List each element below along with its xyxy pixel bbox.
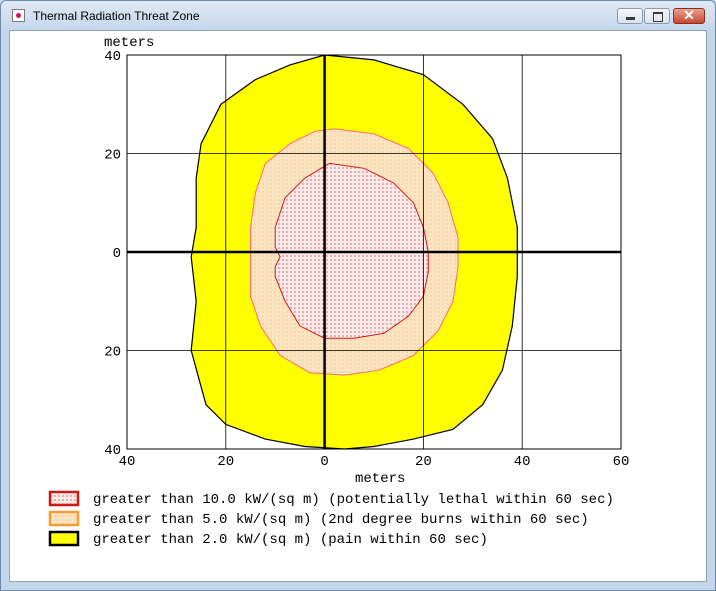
close-icon: ✕ bbox=[683, 7, 695, 23]
x-axis-label: meters bbox=[355, 471, 405, 487]
x-tick-labels: 40 20 0 20 40 60 bbox=[119, 454, 630, 470]
minimize-icon bbox=[626, 17, 635, 20]
minimize-button[interactable] bbox=[617, 8, 643, 24]
x-tick-label: 20 bbox=[415, 454, 432, 470]
x-tick-label: 40 bbox=[514, 454, 531, 470]
y-tick-label: 20 bbox=[104, 148, 121, 164]
legend-label: greater than 5.0 kW/(sq m) (2nd degree b… bbox=[93, 512, 589, 528]
threat-zone-chart: meters 402002040 40 20 0 20 40 60 meters grea… bbox=[48, 35, 630, 548]
x-tick-label: 20 bbox=[217, 454, 234, 470]
x-tick-label: 40 bbox=[119, 454, 136, 470]
maximize-button[interactable] bbox=[644, 8, 670, 24]
legend-swatch bbox=[48, 510, 80, 527]
legend-swatch bbox=[48, 530, 80, 547]
y-tick-labels: 402002040 bbox=[104, 49, 121, 459]
legend-label: greater than 2.0 kW/(sq m) (pain within … bbox=[93, 532, 488, 548]
x-tick-label: 0 bbox=[320, 454, 328, 470]
legend-label: greater than 10.0 kW/(sq m) (potentially… bbox=[93, 492, 614, 508]
window: Thermal Radiation Threat Zone ✕ meters 4… bbox=[0, 0, 716, 591]
plot-area: meters 40 20 0 20 40 40 20 0 20 40 60 meters grea… bbox=[9, 30, 707, 582]
app-icon[interactable] bbox=[12, 9, 25, 22]
maximize-icon bbox=[653, 12, 663, 22]
x-tick-label: 60 bbox=[613, 454, 630, 470]
title-bar[interactable]: Thermal Radiation Threat Zone ✕ bbox=[1, 1, 715, 29]
close-button[interactable]: ✕ bbox=[673, 7, 705, 24]
legend: greater than 10.0 kW/(sq m) (potentially… bbox=[48, 490, 614, 548]
y-tick-label: 0 bbox=[113, 246, 121, 262]
window-title: Thermal Radiation Threat Zone bbox=[33, 9, 200, 23]
legend-swatch bbox=[48, 490, 80, 507]
y-tick-label: 20 bbox=[104, 345, 121, 361]
y-tick-label: 40 bbox=[104, 49, 121, 65]
